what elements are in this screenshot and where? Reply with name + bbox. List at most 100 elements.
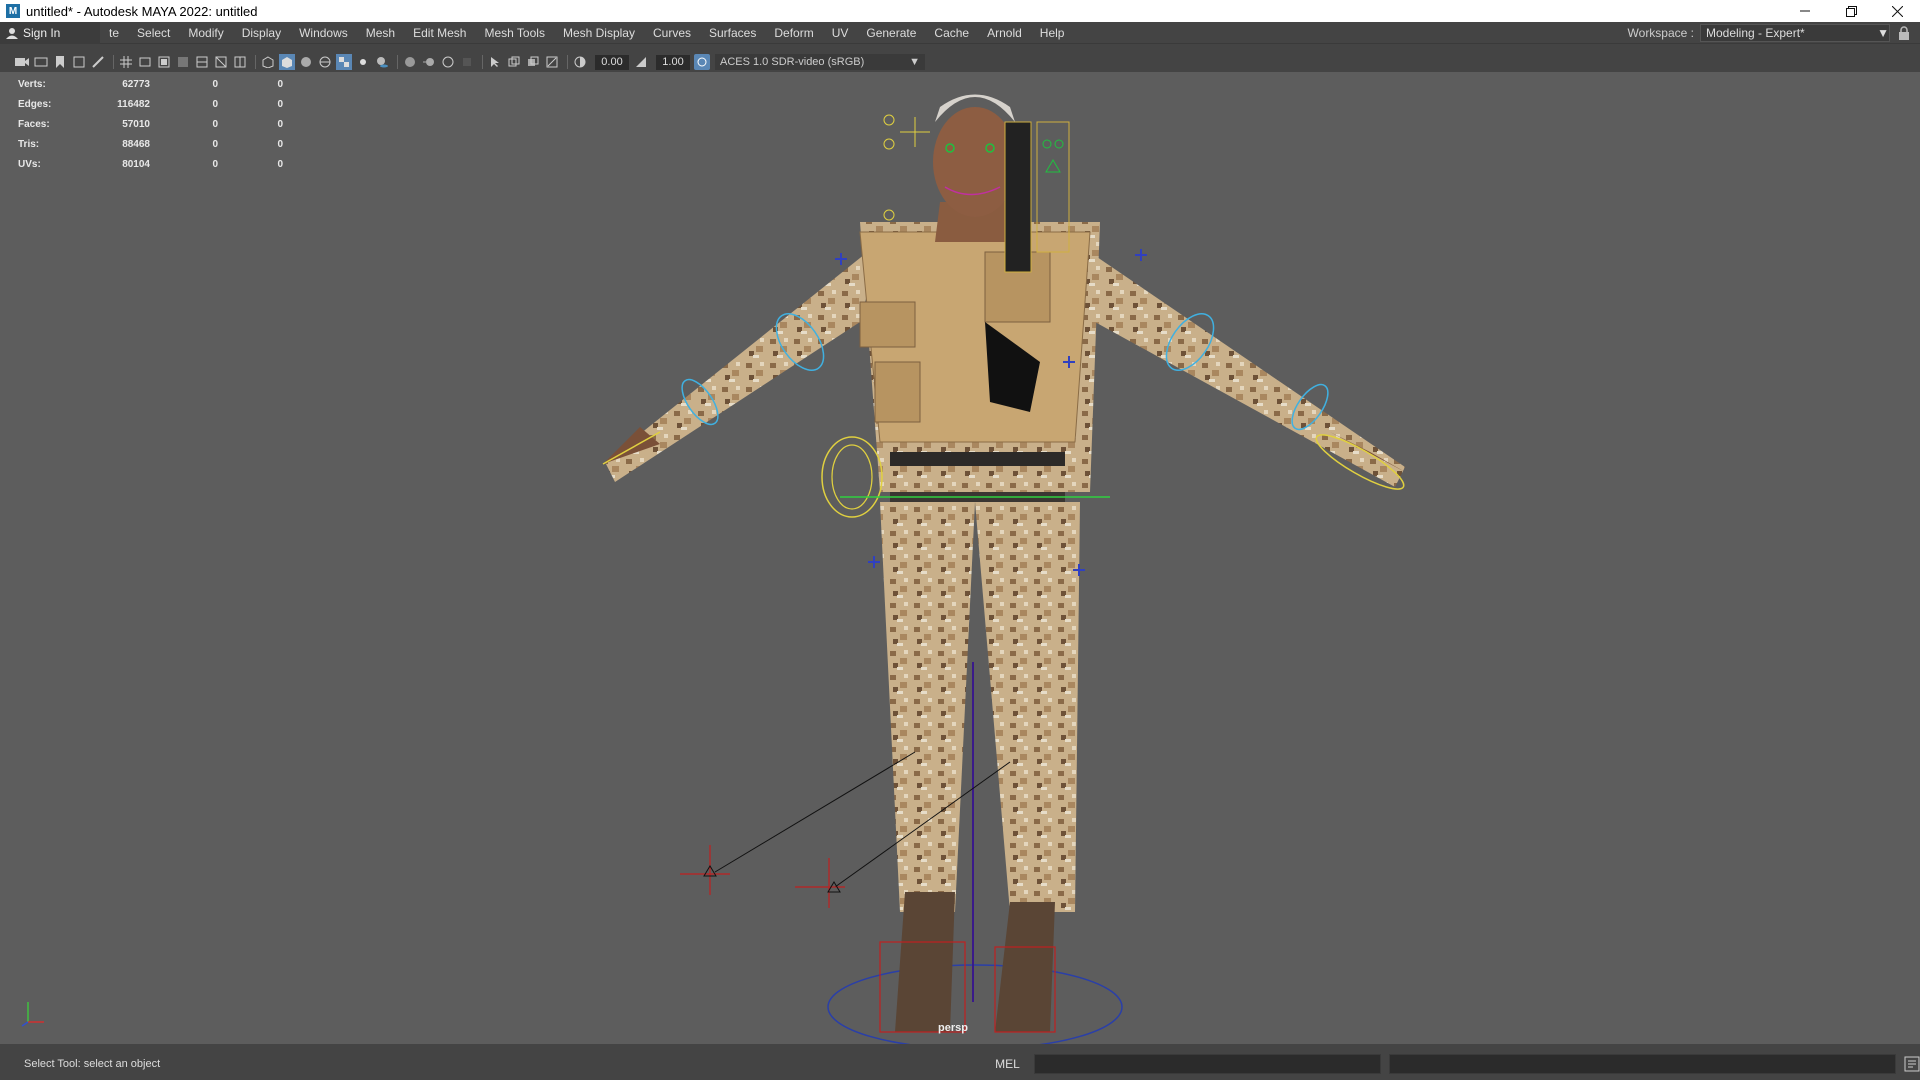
smooth-shade-icon[interactable] (279, 54, 295, 70)
pole-vector-marker (1135, 249, 1147, 261)
resolution-gate-icon[interactable] (156, 54, 172, 70)
view-axis-gizmo (21, 1002, 44, 1027)
workspace-dropdown[interactable]: Modeling - Expert* ▼ (1700, 24, 1890, 42)
menu-item-select[interactable]: Select (128, 22, 179, 44)
command-type-button[interactable]: MEL (982, 1057, 1020, 1071)
xray-joints-icon[interactable] (544, 54, 560, 70)
restore-button[interactable] (1828, 0, 1874, 22)
perspective-viewport[interactable]: Verts: 62773 0 0 Edges: 116482 0 0 Faces… (0, 72, 1920, 1044)
knee-pole-control (795, 858, 845, 908)
head (933, 107, 1017, 217)
root-control (827, 964, 1123, 1044)
motion-blur-icon[interactable] (421, 54, 437, 70)
menu-item-mesh-tools[interactable]: Mesh Tools (475, 22, 553, 44)
toolbar-divider (113, 55, 114, 69)
wireframe-on-shaded-icon[interactable] (317, 54, 333, 70)
gamma-field[interactable]: 1.00 (656, 54, 690, 70)
menu-item-surfaces[interactable]: Surfaces (700, 22, 765, 44)
pole-vector-marker (835, 253, 847, 265)
xray-icon[interactable] (506, 54, 522, 70)
grease-pencil-icon[interactable] (90, 54, 106, 70)
toolbar-divider (397, 55, 398, 69)
textured-icon[interactable] (336, 54, 352, 70)
camera-icon[interactable] (14, 54, 30, 70)
facial-picker-mouth (1045, 159, 1061, 173)
title-bar: M untitled* - Autodesk MAYA 2022: untitl… (0, 0, 1920, 22)
menu-item-curves[interactable]: Curves (644, 22, 700, 44)
knee-pole-control (680, 845, 730, 895)
lights-icon[interactable] (355, 54, 371, 70)
view-transform-dropdown[interactable]: ACES 1.0 SDR-video (sRGB) ▼ (715, 54, 925, 70)
menu-item-deform[interactable]: Deform (765, 22, 822, 44)
workspace-label: Workspace : (1627, 26, 1694, 40)
right-arm (1075, 242, 1405, 487)
safe-action-icon[interactable] (213, 54, 229, 70)
workspace-value: Modeling - Expert* (1706, 26, 1805, 40)
exposure-field[interactable]: 0.00 (595, 54, 629, 70)
wireframe-icon[interactable] (260, 54, 276, 70)
camera-name-label: persp (938, 1022, 968, 1034)
menu-item-uv[interactable]: UV (823, 22, 858, 44)
menu-item-arnold[interactable]: Arnold (978, 22, 1031, 44)
sign-in-button[interactable]: Sign In (0, 21, 100, 44)
close-button[interactable] (1874, 0, 1920, 22)
head-ik-control (883, 138, 895, 150)
menu-item-mesh[interactable]: Mesh (357, 22, 404, 44)
anti-aliasing-icon[interactable] (440, 54, 456, 70)
left-leg (880, 502, 975, 912)
camera-attributes-icon[interactable] (33, 54, 49, 70)
minimize-button[interactable] (1782, 0, 1828, 22)
facial-picker-panel (1004, 121, 1032, 273)
ambient-occlusion-icon[interactable] (402, 54, 418, 70)
depth-of-field-icon[interactable] (459, 54, 475, 70)
vest-pouch (874, 361, 921, 423)
color-management-icon[interactable] (694, 54, 710, 70)
pole-vector-marker (868, 556, 880, 568)
window-controls (1782, 0, 1920, 22)
menu-item-windows[interactable]: Windows (290, 22, 357, 44)
menu-item-edit-mesh[interactable]: Edit Mesh (404, 22, 475, 44)
cog-control (821, 436, 883, 518)
xray-active-components-icon[interactable] (525, 54, 541, 70)
facial-picker-eye (1042, 139, 1052, 149)
default-material-icon[interactable] (298, 54, 314, 70)
menu-item-mesh-display[interactable]: Mesh Display (554, 22, 644, 44)
script-editor-icon[interactable] (1904, 1056, 1920, 1072)
menu-item-help[interactable]: Help (1031, 22, 1074, 44)
gamma-icon[interactable] (633, 54, 649, 70)
user-icon (6, 27, 18, 39)
gate-mask-icon[interactable] (175, 54, 191, 70)
window-title: untitled* - Autodesk MAYA 2022: untitled (26, 3, 258, 19)
toolbar-divider (567, 55, 568, 69)
toolbar-divider (255, 55, 256, 69)
status-bar: Select Tool: select an object MEL (0, 1052, 1920, 1076)
help-line: Select Tool: select an object (24, 1058, 161, 1070)
head-ik-control (883, 114, 895, 126)
view-transform-value: ACES 1.0 SDR-video (sRGB) (720, 56, 865, 68)
bookmark-icon[interactable] (52, 54, 68, 70)
exposure-icon[interactable] (572, 54, 588, 70)
menu-item-modify[interactable]: Modify (179, 22, 232, 44)
menu-item-create[interactable]: te (100, 22, 128, 44)
menu-item-generate[interactable]: Generate (857, 22, 925, 44)
vest-pouch (859, 301, 916, 348)
character-model[interactable] (0, 72, 1920, 1044)
film-gate-icon[interactable] (137, 54, 153, 70)
belt (890, 452, 1065, 466)
lock-icon[interactable] (1898, 26, 1910, 40)
isolate-select-icon[interactable] (487, 54, 503, 70)
menu-item-cache[interactable]: Cache (925, 22, 978, 44)
menu-item-display[interactable]: Display (233, 22, 290, 44)
shadows-icon[interactable] (374, 54, 390, 70)
chevron-down-icon: ▼ (1877, 26, 1889, 40)
command-line-input[interactable] (1033, 1054, 1382, 1074)
image-plane-icon[interactable] (71, 54, 87, 70)
facial-picker-eye (1054, 139, 1064, 149)
knee-pole-line (714, 751, 916, 873)
command-result-field (1389, 1054, 1897, 1074)
field-chart-icon[interactable] (194, 54, 210, 70)
right-boot (995, 902, 1055, 1032)
grid-icon[interactable] (118, 54, 134, 70)
menu-bar: Sign In te Select Modify Display Windows… (0, 21, 1920, 44)
safe-title-icon[interactable] (232, 54, 248, 70)
